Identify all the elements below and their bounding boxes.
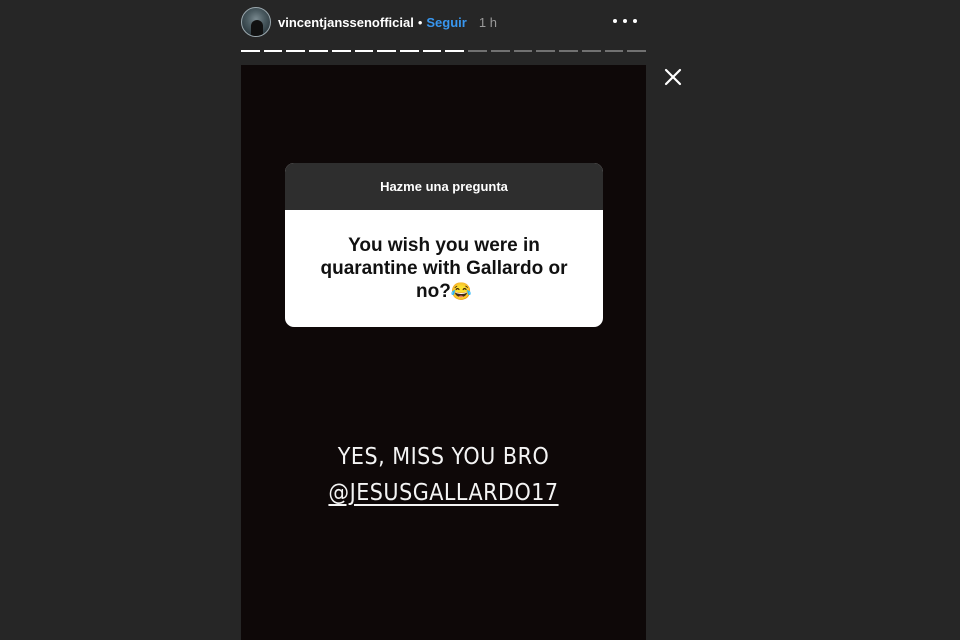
- story-content[interactable]: Hazme una pregunta You wish you were in …: [241, 65, 646, 640]
- progress-segment: [377, 50, 397, 52]
- answer-line: YES, MISS YOU BRO: [337, 444, 550, 470]
- progress-segment: [468, 50, 487, 52]
- question-sticker: Hazme una pregunta You wish you were in …: [285, 163, 603, 327]
- username-link[interactable]: vincentjanssenofficial: [278, 15, 414, 30]
- story-progress-bar: [241, 50, 646, 53]
- avatar[interactable]: [241, 7, 271, 37]
- mention-link[interactable]: @JESUSGALLARDO17: [328, 480, 558, 506]
- question-text: You wish you were in quarantine with Gal…: [320, 235, 568, 302]
- progress-segment: [354, 50, 374, 52]
- progress-segment: [604, 50, 624, 52]
- follow-button[interactable]: Seguir: [426, 15, 466, 30]
- post-time: 1 h: [478, 14, 497, 30]
- story-header: vincentjanssenofficial • Seguir 1 h: [241, 5, 651, 39]
- answer-text: YES, MISS YOU BRO @JESUSGALLARDO17: [241, 439, 646, 511]
- progress-segment: [581, 50, 601, 52]
- question-sticker-title: Hazme una pregunta: [285, 163, 603, 210]
- question-text-container: You wish you were in quarantine with Gal…: [285, 210, 603, 327]
- progress-segment: [513, 50, 533, 52]
- tears-of-joy-emoji: 😂: [450, 282, 472, 301]
- progress-segment: [627, 50, 646, 52]
- progress-segment: [286, 50, 306, 52]
- close-icon[interactable]: [662, 66, 684, 88]
- progress-segment: [309, 50, 328, 52]
- progress-segment: [445, 50, 465, 52]
- progress-segment: [263, 50, 283, 52]
- more-options-icon[interactable]: [613, 10, 637, 32]
- progress-segment: [422, 50, 442, 52]
- progress-segment: [559, 50, 578, 52]
- progress-segment: [490, 50, 510, 52]
- progress-segment: [241, 50, 260, 52]
- progress-segment: [400, 50, 419, 52]
- separator-dot: •: [417, 14, 423, 30]
- progress-segment: [536, 50, 556, 52]
- progress-segment: [331, 50, 351, 52]
